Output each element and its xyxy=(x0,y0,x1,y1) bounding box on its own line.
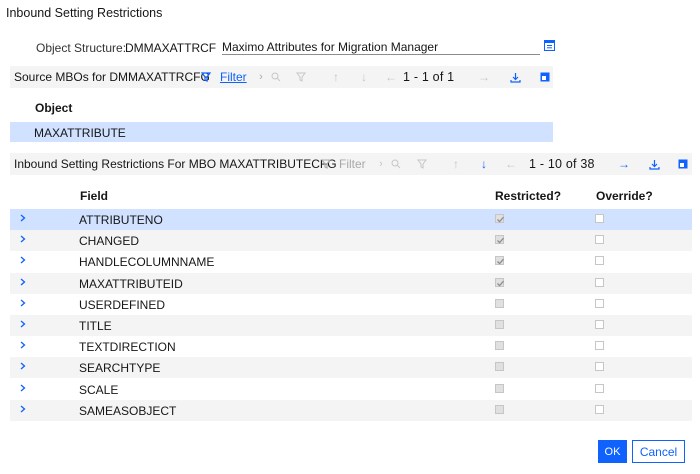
dialog-title: Inbound Setting Restrictions xyxy=(6,6,163,20)
search-icon xyxy=(268,69,284,85)
field-cell: HANDLECOLUMNNAME xyxy=(79,255,215,270)
clear-filter-icon xyxy=(293,69,309,85)
search-icon xyxy=(388,156,404,172)
object-cell: MAXATTRIBUTE xyxy=(34,126,126,140)
filter-link: Filter xyxy=(339,157,366,171)
override-column-header: Override? xyxy=(596,189,653,203)
arrow-up-icon: ↑ xyxy=(333,70,339,84)
field-column-header: Field xyxy=(80,189,109,203)
next-page-icon[interactable]: → xyxy=(616,156,632,172)
arrow-up-icon: ↑ xyxy=(453,157,459,171)
override-checkbox[interactable] xyxy=(595,277,604,287)
override-checkbox[interactable] xyxy=(595,362,604,372)
maximize-icon[interactable] xyxy=(675,156,691,172)
download-icon[interactable] xyxy=(507,69,523,85)
table-row[interactable]: USERDEFINED xyxy=(10,294,692,315)
table-row[interactable]: CHANGED xyxy=(10,230,692,252)
table-row[interactable]: SEARCHTYPE xyxy=(10,357,692,379)
chevron-right-icon[interactable] xyxy=(19,360,29,372)
field-cell: CHANGED xyxy=(79,234,140,249)
table-row[interactable]: TEXTDIRECTION xyxy=(10,336,692,357)
restricted-checkbox xyxy=(495,362,504,372)
cancel-button[interactable]: Cancel xyxy=(632,440,685,463)
restricted-checkbox xyxy=(495,404,504,414)
chevron-right-icon[interactable] xyxy=(19,276,29,288)
object-structure-description[interactable]: Maximo Attributes for Migration Manager xyxy=(222,40,540,55)
chevron-right-icon[interactable] xyxy=(19,403,29,415)
override-checkbox[interactable] xyxy=(595,214,604,223)
filter-icon[interactable] xyxy=(198,69,214,85)
chevron-right-icon[interactable] xyxy=(19,382,29,394)
detail-menu-icon[interactable] xyxy=(544,40,555,51)
restricted-checkbox xyxy=(495,256,504,266)
field-cell: SEARCHTYPE xyxy=(79,361,161,376)
field-cell: MAXATTRIBUTEID xyxy=(79,276,183,291)
restricted-checkbox xyxy=(495,277,504,287)
override-checkbox[interactable] xyxy=(595,341,604,351)
override-checkbox[interactable] xyxy=(595,383,604,393)
chevron-right-icon[interactable] xyxy=(19,297,29,309)
chevron-right-icon[interactable] xyxy=(19,254,29,266)
table-row[interactable]: SAMEASOBJECT xyxy=(10,399,692,421)
ok-button[interactable]: OK xyxy=(598,440,627,463)
table-row[interactable]: MAXATTRIBUTE xyxy=(10,122,553,142)
restricted-checkbox xyxy=(495,214,504,223)
previous-page-icon: ← xyxy=(505,157,517,171)
field-cell: SCALE xyxy=(79,382,119,397)
source-mbos-pager: 1 - 1 of 1 xyxy=(403,70,455,84)
clear-filter-icon xyxy=(414,156,430,172)
restricted-checkbox xyxy=(495,298,504,308)
object-structure-label: Object Structure: xyxy=(36,41,127,55)
restricted-column-header: Restricted? xyxy=(495,189,562,203)
chevron-right-icon[interactable] xyxy=(19,233,29,245)
field-cell: SAMEASOBJECT xyxy=(79,403,177,418)
previous-page-icon: ← xyxy=(385,70,397,84)
filter-icon xyxy=(318,156,334,172)
chevron-right-icon[interactable] xyxy=(19,212,29,224)
override-checkbox[interactable] xyxy=(595,404,604,414)
restrictions-pager: 1 - 10 of 38 xyxy=(529,157,595,171)
source-mbos-toolbar: Source MBOs for DMMAXATTRCFG Filter › ↑ … xyxy=(10,66,553,88)
restricted-checkbox xyxy=(495,320,504,329)
arrow-down-icon: ↓ xyxy=(361,70,367,84)
override-checkbox[interactable] xyxy=(595,256,604,266)
restrictions-title: Inbound Setting Restrictions For MBO MAX… xyxy=(14,157,337,171)
next-page-icon: → xyxy=(478,70,490,84)
restricted-checkbox xyxy=(495,383,504,393)
field-cell: ATTRIBUTENO xyxy=(79,213,163,227)
override-checkbox[interactable] xyxy=(595,320,604,329)
field-cell: TITLE xyxy=(79,319,112,333)
field-cell: USERDEFINED xyxy=(79,297,166,312)
filter-link[interactable]: Filter xyxy=(220,70,247,84)
object-structure-value: DMMAXATTRCF xyxy=(125,41,217,55)
maximize-icon[interactable] xyxy=(537,69,553,85)
download-icon[interactable] xyxy=(646,156,662,172)
table-row[interactable]: HANDLECOLUMNNAME xyxy=(10,251,692,272)
object-column-header: Object xyxy=(35,101,73,115)
override-checkbox[interactable] xyxy=(595,298,604,308)
chevron-right-icon[interactable] xyxy=(19,318,29,330)
arrow-down-icon[interactable]: ↓ xyxy=(476,156,492,172)
chevron-right-icon[interactable] xyxy=(19,339,29,351)
source-mbos-title: Source MBOs for DMMAXATTRCFG xyxy=(14,70,210,84)
restricted-checkbox xyxy=(495,235,504,245)
restricted-checkbox xyxy=(495,341,504,351)
restrictions-toolbar: Inbound Setting Restrictions For MBO MAX… xyxy=(10,153,692,175)
table-row[interactable]: SCALE xyxy=(10,379,692,400)
chevron-right-icon: › xyxy=(379,158,383,170)
chevron-right-icon: › xyxy=(259,71,263,83)
table-row[interactable]: MAXATTRIBUTEID xyxy=(10,272,692,294)
table-row[interactable]: TITLE xyxy=(10,315,692,336)
table-row[interactable]: ATTRIBUTENO xyxy=(10,209,692,230)
override-checkbox[interactable] xyxy=(595,235,604,245)
field-cell: TEXTDIRECTION xyxy=(79,340,176,355)
